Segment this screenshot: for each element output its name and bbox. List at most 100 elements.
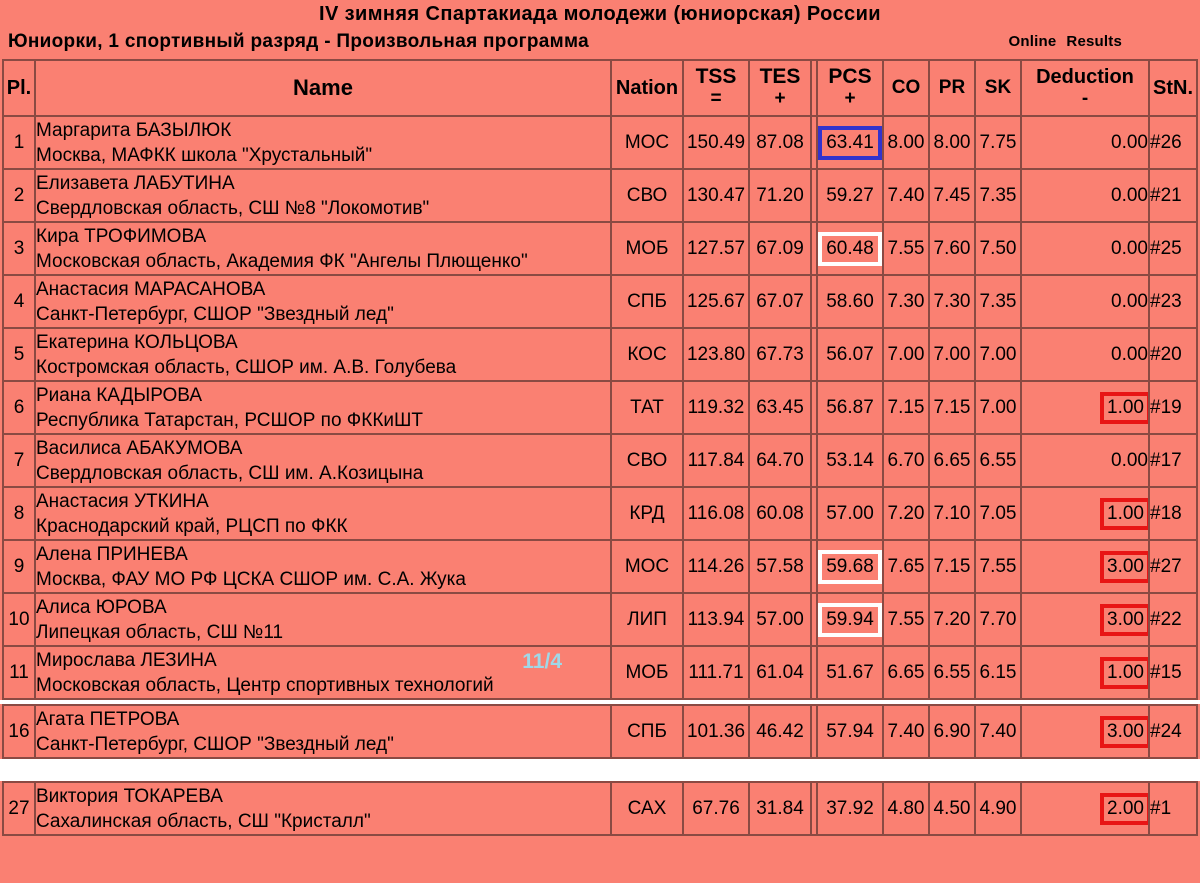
title-block: IV зимняя Спартакиада молодежи (юниорска… — [0, 0, 1200, 56]
cell-nation: ЛИП — [611, 593, 683, 646]
cell-co: 7.65 — [883, 540, 929, 593]
cell-sk: 6.15 — [975, 646, 1021, 699]
cell-co: 6.65 — [883, 646, 929, 699]
table-row[interactable]: 1 Маргарита БАЗЫЛЮК Москва, МАФКК школа "Х… — [3, 116, 1197, 169]
table-row[interactable]: 8 Анастасия УТКИНА Краснодарский край, РЦС… — [3, 487, 1197, 540]
cell-name: Маргарита БАЗЫЛЮК Москва, МАФКК школа "Хр… — [35, 116, 611, 169]
cell-name: Алиса ЮРОВА Липецкая область, СШ №11 — [35, 593, 611, 646]
table-row[interactable]: 6 Риана КАДЫРОВА Республика Татарстан, РСШ… — [3, 381, 1197, 434]
cell-tes: 60.08 — [749, 487, 811, 540]
online-results-label: Online Results — [1009, 28, 1122, 56]
cell-start-number: #18 — [1149, 487, 1197, 540]
table-row[interactable]: 16 Агата ПЕТРОВА Санкт-Петербург, СШОР "Зв… — [3, 705, 1197, 758]
skater-club: Липецкая область, СШ №11 — [36, 621, 284, 643]
column-header-pl[interactable]: Pl. — [3, 60, 35, 116]
results-table-container: Pl. Name Nation TSS = TES + PCS + CO PR SK Deduction… — [0, 59, 1200, 836]
table-row[interactable]: 2 Елизавета ЛАБУТИНА Свердловская область,… — [3, 169, 1197, 222]
cell-nation: СВО — [611, 434, 683, 487]
table-row[interactable]: 11 11/4 Мирослава ЛЕЗИНА Московская область… — [3, 646, 1197, 699]
cell-place: 2 — [3, 169, 35, 222]
cell-nation: СПБ — [611, 275, 683, 328]
cell-tes: 57.00 — [749, 593, 811, 646]
table-row[interactable]: 27 Виктория ТОКАРЕВА Сахалинская область, … — [3, 782, 1197, 835]
cell-place: 9 — [3, 540, 35, 593]
cell-sk: 7.40 — [975, 705, 1021, 758]
column-header-nation[interactable]: Nation — [611, 60, 683, 116]
column-header-tss[interactable]: TSS = — [683, 60, 749, 116]
cell-name: Кира ТРОФИМОВА Московская область, Академ… — [35, 222, 611, 275]
cell-sk: 4.90 — [975, 782, 1021, 835]
cell-pcs: 56.07 — [817, 328, 883, 381]
cell-co: 7.15 — [883, 381, 929, 434]
skater-name: Елизавета ЛАБУТИНА — [36, 172, 235, 194]
cell-place: 3 — [3, 222, 35, 275]
table-row[interactable]: 3 Кира ТРОФИМОВА Московская область, Акаде… — [3, 222, 1197, 275]
cell-pr: 7.60 — [929, 222, 975, 275]
skater-club: Республика Татарстан, РСШОР по ФККиШТ — [36, 409, 424, 431]
cell-tss: 130.47 — [683, 169, 749, 222]
cell-place: 7 — [3, 434, 35, 487]
cell-tes: 57.58 — [749, 540, 811, 593]
column-header-name[interactable]: Name — [35, 60, 611, 116]
table-row[interactable]: 4 Анастасия МАРАСАНОВА Санкт-Петербург, СШ… — [3, 275, 1197, 328]
cell-nation: МОБ — [611, 222, 683, 275]
cell-nation: СВО — [611, 169, 683, 222]
cell-start-number: #22 — [1149, 593, 1197, 646]
cell-co: 4.80 — [883, 782, 929, 835]
cell-deduction: 0.00 — [1021, 169, 1149, 222]
column-header-pr[interactable]: PR — [929, 60, 975, 116]
cell-tes: 31.84 — [749, 782, 811, 835]
cell-name: Анастасия МАРАСАНОВА Санкт-Петербург, СШО… — [35, 275, 611, 328]
cell-co: 7.20 — [883, 487, 929, 540]
cell-place: 11 — [3, 646, 35, 699]
table-row[interactable]: 7 Василиса АБАКУМОВА Свердловская область,… — [3, 434, 1197, 487]
cell-co: 7.55 — [883, 222, 929, 275]
skater-club: Свердловская область, СШ им. А.Козицына — [36, 462, 424, 484]
cell-tss: 127.57 — [683, 222, 749, 275]
deduction-highlight-red: 2.00 — [1100, 792, 1148, 825]
skater-club: Костромская область, СШОР им. А.В. Голуб… — [36, 356, 457, 378]
column-header-co[interactable]: CO — [883, 60, 929, 116]
deduction-highlight-red: 3.00 — [1100, 603, 1148, 636]
cell-pcs: 63.41 — [817, 116, 883, 169]
cell-pr: 7.20 — [929, 593, 975, 646]
table-row[interactable]: 5 Екатерина КОЛЬЦОВА Костромская область, … — [3, 328, 1197, 381]
cell-tss: 114.26 — [683, 540, 749, 593]
cell-tes: 63.45 — [749, 381, 811, 434]
column-header-sk[interactable]: SK — [975, 60, 1021, 116]
cell-pr: 6.90 — [929, 705, 975, 758]
column-header-pcs[interactable]: PCS + — [817, 60, 883, 116]
cell-start-number: #20 — [1149, 328, 1197, 381]
table-header-row: Pl. Name Nation TSS = TES + PCS + CO PR SK Deduction… — [3, 60, 1197, 116]
cell-nation: СПБ — [611, 705, 683, 758]
cell-place: 4 — [3, 275, 35, 328]
cell-tes: 87.08 — [749, 116, 811, 169]
cell-name: 11/4 Мирослава ЛЕЗИНА Московская область, … — [35, 646, 611, 699]
cell-deduction: 0.00 — [1021, 222, 1149, 275]
pcs-highlight-white: 59.68 — [818, 549, 882, 584]
cell-tes: 67.09 — [749, 222, 811, 275]
cell-deduction: 3.00 — [1021, 705, 1149, 758]
cell-pcs: 59.27 — [817, 169, 883, 222]
cell-pr: 7.00 — [929, 328, 975, 381]
table-row[interactable]: 10 Алиса ЮРОВА Липецкая область, СШ №11 ЛИП… — [3, 593, 1197, 646]
cell-start-number: #21 — [1149, 169, 1197, 222]
cell-name: Анастасия УТКИНА Краснодарский край, РЦСП… — [35, 487, 611, 540]
cell-sk: 7.05 — [975, 487, 1021, 540]
cell-place: 6 — [3, 381, 35, 434]
skater-club: Московская область, Академия ФК "Ангелы … — [36, 250, 528, 272]
cell-co: 7.55 — [883, 593, 929, 646]
column-header-operator: + — [774, 88, 786, 109]
cell-co: 6.70 — [883, 434, 929, 487]
cell-start-number: #15 — [1149, 646, 1197, 699]
subtitle-row: Юниорки, 1 спортивный разряд - Произволь… — [0, 28, 1200, 56]
cell-start-number: #17 — [1149, 434, 1197, 487]
column-header-label: TSS — [695, 65, 737, 88]
column-header-stn[interactable]: StN. — [1149, 60, 1197, 116]
column-header-tes[interactable]: TES + — [749, 60, 811, 116]
table-row[interactable]: 9 Алена ПРИНЕВА Москва, ФАУ МО РФ ЦСКА СШО… — [3, 540, 1197, 593]
column-header-deduction[interactable]: Deduction - — [1021, 60, 1149, 116]
pcs-highlight-white: 60.48 — [818, 231, 882, 266]
cell-start-number: #27 — [1149, 540, 1197, 593]
skater-club: Краснодарский край, РЦСП по ФКК — [36, 515, 348, 537]
